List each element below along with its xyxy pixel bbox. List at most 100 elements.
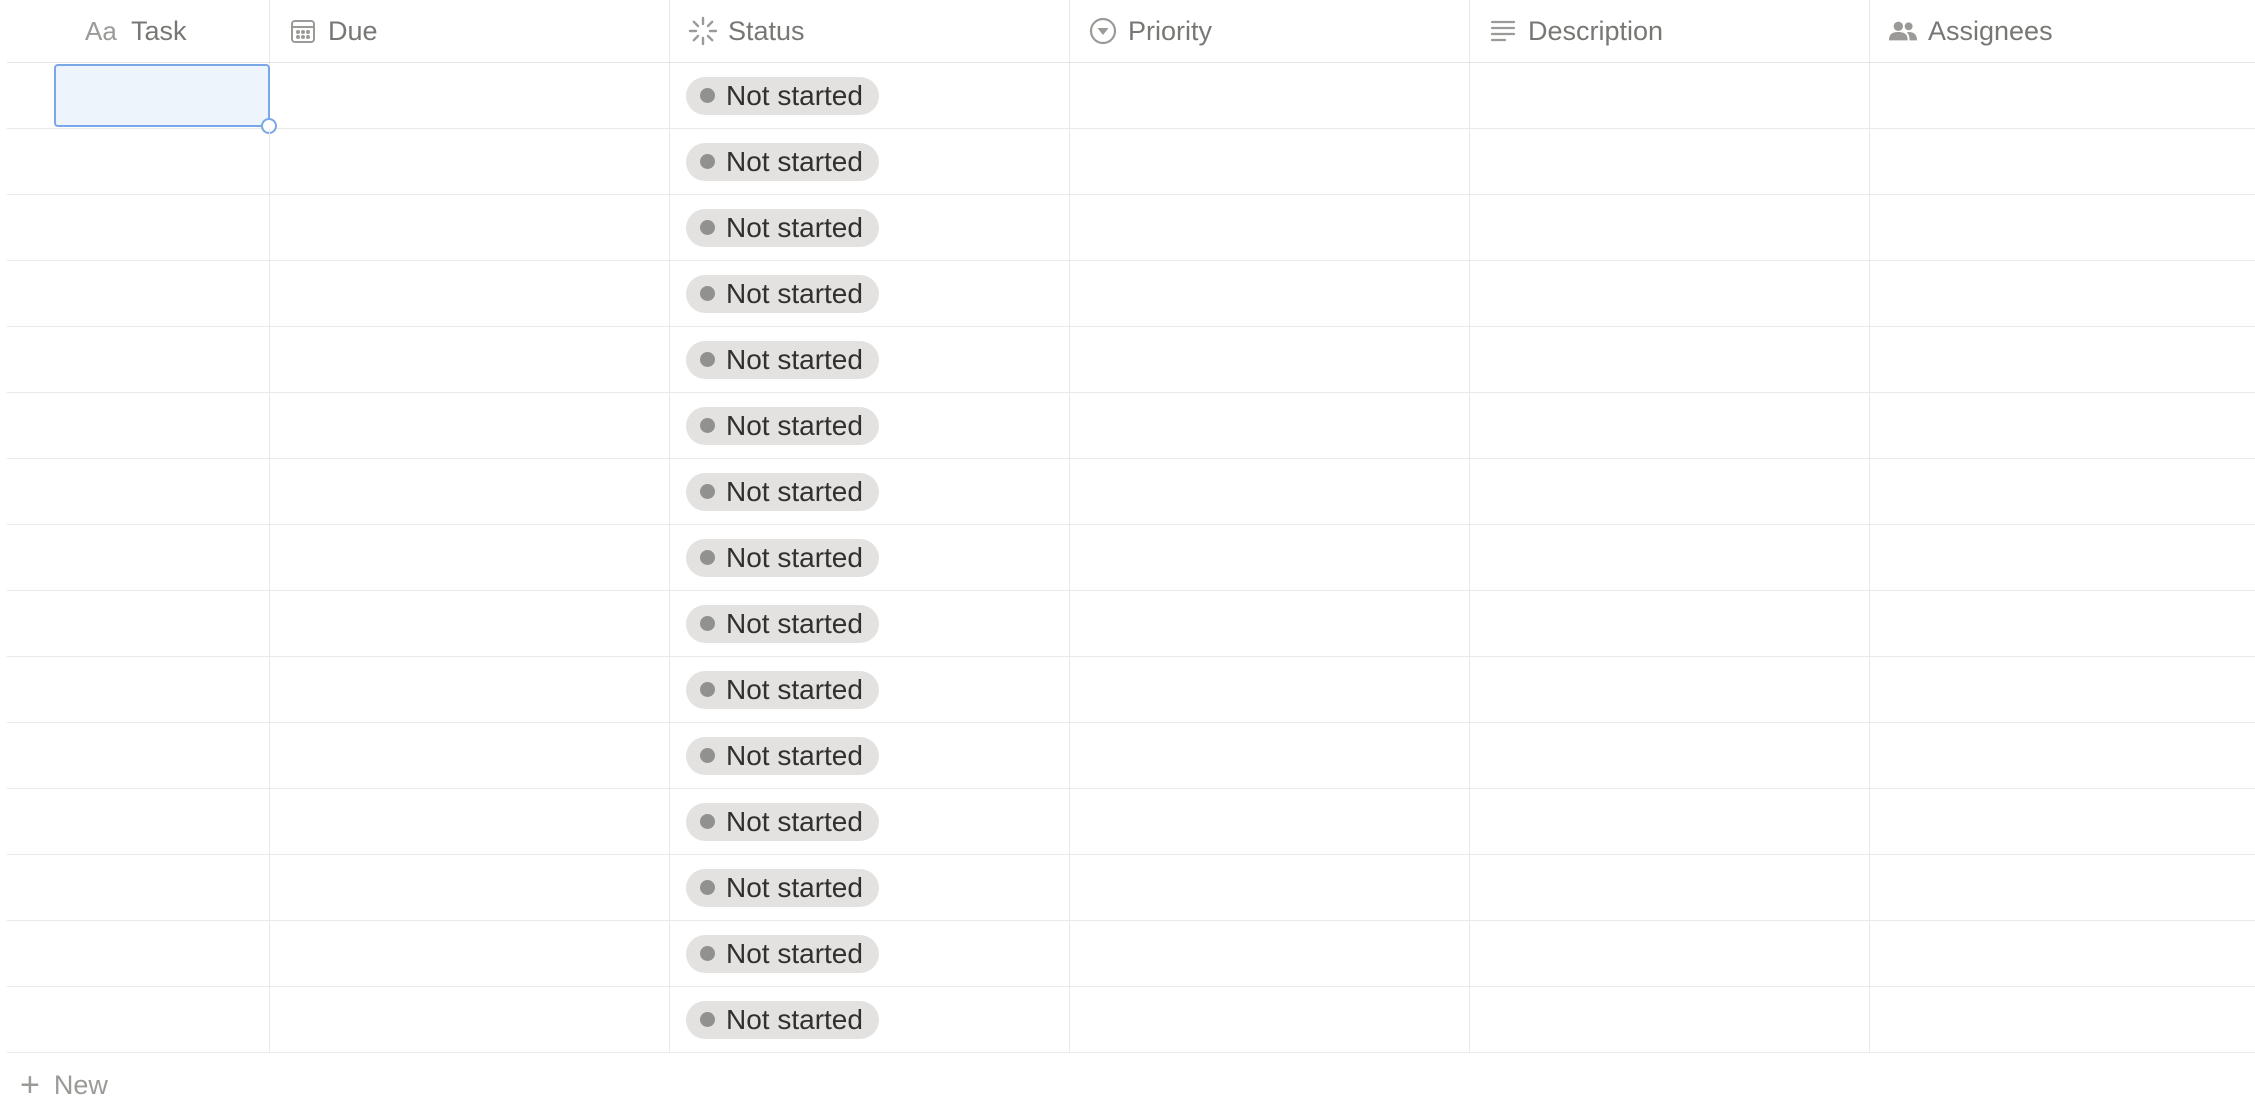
description-cell[interactable] [1470, 591, 1870, 656]
status-badge[interactable]: Not started [686, 208, 879, 247]
status-badge[interactable]: Not started [686, 736, 879, 775]
description-cell[interactable] [1470, 261, 1870, 326]
due-cell[interactable] [270, 987, 670, 1052]
assignees-cell[interactable] [1870, 789, 2255, 854]
priority-cell[interactable] [1070, 327, 1470, 392]
due-cell[interactable] [270, 723, 670, 788]
due-cell[interactable] [270, 657, 670, 722]
priority-cell[interactable] [1070, 723, 1470, 788]
status-cell[interactable]: Not started [670, 63, 1070, 128]
column-header-status[interactable]: Status [670, 0, 1070, 62]
due-cell[interactable] [270, 261, 670, 326]
status-badge[interactable]: Not started [686, 340, 879, 379]
priority-cell[interactable] [1070, 789, 1470, 854]
status-badge[interactable]: Not started [686, 604, 879, 643]
description-cell[interactable] [1470, 393, 1870, 458]
task-cell[interactable] [7, 723, 270, 788]
description-cell[interactable] [1470, 921, 1870, 986]
due-cell[interactable] [270, 591, 670, 656]
assignees-cell[interactable] [1870, 723, 2255, 788]
column-header-assignees[interactable]: Assignees [1870, 0, 2255, 62]
status-cell[interactable]: Not started [670, 459, 1070, 524]
status-cell[interactable]: Not started [670, 525, 1070, 590]
task-cell[interactable] [7, 657, 270, 722]
task-cell[interactable] [7, 129, 270, 194]
priority-cell[interactable] [1070, 393, 1470, 458]
priority-cell[interactable] [1070, 855, 1470, 920]
status-cell[interactable]: Not started [670, 723, 1070, 788]
assignees-cell[interactable] [1870, 63, 2255, 128]
status-cell[interactable]: Not started [670, 921, 1070, 986]
assignees-cell[interactable] [1870, 657, 2255, 722]
priority-cell[interactable] [1070, 261, 1470, 326]
task-cell[interactable] [7, 393, 270, 458]
task-cell[interactable] [7, 195, 270, 260]
assignees-cell[interactable] [1870, 987, 2255, 1052]
priority-cell[interactable] [1070, 657, 1470, 722]
due-cell[interactable] [270, 63, 670, 128]
assignees-cell[interactable] [1870, 129, 2255, 194]
status-badge[interactable]: Not started [686, 76, 879, 115]
description-cell[interactable] [1470, 327, 1870, 392]
task-cell[interactable] [7, 261, 270, 326]
status-cell[interactable]: Not started [670, 327, 1070, 392]
assignees-cell[interactable] [1870, 525, 2255, 590]
selected-cell-outline[interactable] [54, 64, 277, 134]
due-cell[interactable] [270, 129, 670, 194]
description-cell[interactable] [1470, 855, 1870, 920]
status-cell[interactable]: Not started [670, 591, 1070, 656]
status-badge[interactable]: Not started [686, 1000, 879, 1039]
due-cell[interactable] [270, 393, 670, 458]
due-cell[interactable] [270, 855, 670, 920]
assignees-cell[interactable] [1870, 195, 2255, 260]
status-badge[interactable]: Not started [686, 142, 879, 181]
column-header-task[interactable]: Aa Task [7, 0, 270, 62]
status-badge[interactable]: Not started [686, 538, 879, 577]
task-cell[interactable] [7, 525, 270, 590]
column-header-description[interactable]: Description [1470, 0, 1870, 62]
due-cell[interactable] [270, 921, 670, 986]
task-cell[interactable] [7, 63, 277, 134]
status-badge[interactable]: Not started [686, 802, 879, 841]
task-cell[interactable] [7, 789, 270, 854]
status-badge[interactable]: Not started [686, 934, 879, 973]
assignees-cell[interactable] [1870, 459, 2255, 524]
new-row-button[interactable]: + New [20, 1068, 108, 1102]
status-cell[interactable]: Not started [670, 393, 1070, 458]
due-cell[interactable] [270, 789, 670, 854]
task-cell[interactable] [7, 459, 270, 524]
assignees-cell[interactable] [1870, 261, 2255, 326]
description-cell[interactable] [1470, 459, 1870, 524]
assignees-cell[interactable] [1870, 921, 2255, 986]
status-badge[interactable]: Not started [686, 868, 879, 907]
due-cell[interactable] [270, 525, 670, 590]
priority-cell[interactable] [1070, 195, 1470, 260]
description-cell[interactable] [1470, 789, 1870, 854]
task-cell[interactable] [7, 591, 270, 656]
status-cell[interactable]: Not started [670, 855, 1070, 920]
description-cell[interactable] [1470, 657, 1870, 722]
status-cell[interactable]: Not started [670, 657, 1070, 722]
task-cell[interactable] [7, 327, 270, 392]
status-badge[interactable]: Not started [686, 406, 879, 445]
status-cell[interactable]: Not started [670, 129, 1070, 194]
priority-cell[interactable] [1070, 921, 1470, 986]
priority-cell[interactable] [1070, 525, 1470, 590]
priority-cell[interactable] [1070, 987, 1470, 1052]
description-cell[interactable] [1470, 129, 1870, 194]
status-badge[interactable]: Not started [686, 670, 879, 709]
status-cell[interactable]: Not started [670, 987, 1070, 1052]
assignees-cell[interactable] [1870, 855, 2255, 920]
description-cell[interactable] [1470, 195, 1870, 260]
task-cell[interactable] [7, 855, 270, 920]
column-header-priority[interactable]: Priority [1070, 0, 1470, 62]
description-cell[interactable] [1470, 987, 1870, 1052]
status-cell[interactable]: Not started [670, 789, 1070, 854]
description-cell[interactable] [1470, 525, 1870, 590]
assignees-cell[interactable] [1870, 327, 2255, 392]
due-cell[interactable] [270, 459, 670, 524]
assignees-cell[interactable] [1870, 591, 2255, 656]
assignees-cell[interactable] [1870, 393, 2255, 458]
status-cell[interactable]: Not started [670, 195, 1070, 260]
priority-cell[interactable] [1070, 591, 1470, 656]
